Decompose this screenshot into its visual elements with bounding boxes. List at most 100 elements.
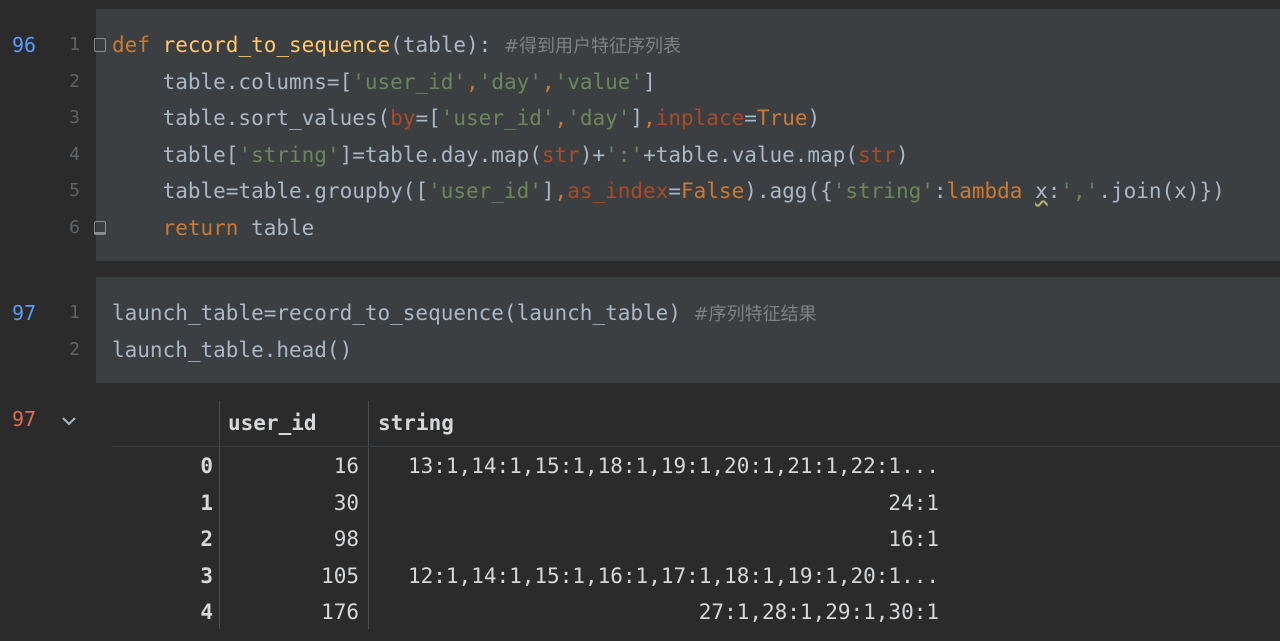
code-token: ,	[466, 69, 479, 94]
cell-string: 24:1	[888, 490, 939, 515]
code-text: def record_to_sequence(table): #得到用户特征序列…	[112, 27, 681, 65]
output-exec-count: 97	[12, 407, 37, 431]
code-token: launch_table=record_to_sequence(launch_t…	[112, 301, 694, 325]
code-token: def	[112, 33, 150, 57]
code-token: ,	[554, 106, 568, 130]
row-index: 4	[200, 600, 213, 624]
code-line[interactable]: 1 def record_to_sequence(table): #得到用户特征序…	[0, 27, 1280, 63]
code-token: 'day'	[567, 106, 631, 130]
code-token: 'user_id'	[440, 106, 555, 130]
code-token: as_index	[567, 179, 669, 203]
code-token: ).agg({	[744, 179, 833, 203]
row-index: 2	[200, 527, 213, 551]
cell-string: 16:1	[888, 527, 939, 551]
code-line[interactable]: 4 table['string']=table.day.map(str)+':'…	[0, 137, 1280, 173]
code-token: 'day'	[478, 69, 542, 94]
code-token: ,	[541, 69, 555, 94]
cell-user-id: 98	[333, 527, 359, 551]
code-token: ,	[554, 179, 568, 203]
code-text: launch_table.head()	[112, 332, 352, 368]
line-number: 1	[69, 302, 80, 323]
code-token: return	[162, 215, 239, 240]
cell-user-id: 16	[333, 454, 359, 478]
code-token: #序列特征结果	[693, 304, 817, 325]
fold-marker-icon[interactable]	[94, 220, 106, 235]
code-token: launch_table.head()	[112, 337, 353, 362]
code-token: ]	[630, 106, 644, 130]
line-number: 5	[69, 180, 80, 201]
cell-user-id: 30	[333, 490, 359, 515]
code-token: x	[1035, 179, 1048, 203]
cell-string: 27:1,28:1,29:1,30:1	[698, 600, 939, 624]
code-token: )+	[579, 142, 606, 167]
code-token: 'string'	[832, 179, 934, 203]
line-number: 6	[69, 216, 80, 238]
code-token: ]	[541, 179, 555, 203]
code-line[interactable]: 6 return table	[0, 210, 1280, 246]
code-token: .join(x)})	[1098, 179, 1225, 203]
code-token: table=table.groupby([	[112, 179, 429, 203]
code-token: =	[744, 106, 757, 130]
code-token: :	[933, 179, 947, 203]
code-token: True	[756, 106, 808, 130]
column-header-user-id[interactable]: user_id	[228, 405, 317, 441]
chevron-down-icon[interactable]	[58, 410, 80, 432]
line-number: 3	[69, 107, 80, 128]
code-token: =[	[415, 106, 441, 130]
row-index: 1	[200, 490, 213, 515]
code-line[interactable]: 1 launch_table=record_to_sequence(launch_…	[0, 295, 1280, 331]
code-text: launch_table=record_to_sequence(launch_t…	[112, 295, 817, 333]
code-token: 'user_id'	[428, 179, 542, 203]
code-token: by	[390, 106, 416, 130]
cell-string: 12:1,14:1,15:1,16:1,17:1,18:1,19:1,20:1.…	[407, 563, 939, 588]
line-number: 1	[69, 34, 80, 55]
fold-marker-icon[interactable]	[94, 38, 106, 52]
cell-string: 13:1,14:1,15:1,18:1,19:1,20:1,21:1,22:1.…	[407, 454, 939, 478]
code-token: str	[858, 142, 896, 167]
code-token: table.columns=[	[112, 69, 353, 94]
code-token: 'value'	[554, 69, 644, 94]
code-token: inplace	[655, 106, 745, 130]
code-text: return table	[112, 210, 315, 246]
code-token: lambda	[946, 179, 1023, 203]
code-token: )	[807, 106, 821, 130]
code-token: ':'	[605, 142, 644, 167]
code-token: :	[1047, 179, 1061, 203]
code-token: table.sort_values(	[112, 106, 391, 130]
code-text: table['string']=table.day.map(str)+':'+t…	[112, 137, 909, 173]
code-token: False	[681, 179, 745, 203]
column-header-string[interactable]: string	[378, 405, 454, 441]
header-divider	[112, 446, 1280, 447]
cell-user-id: 176	[321, 600, 359, 624]
code-token: +table.value.map(	[643, 142, 858, 167]
code-text: table.sort_values(by=['user_id','day'],i…	[112, 100, 821, 136]
code-token: #得到用户特征序列表	[503, 36, 682, 57]
code-token: (table):	[390, 33, 504, 57]
cell-user-id: 105	[321, 563, 359, 588]
row-index: 3	[200, 563, 213, 588]
code-token: table	[238, 215, 315, 240]
line-number: 2	[69, 70, 80, 92]
output-dataframe-table: user_id string 0 16 13:1,14:1,15:1,18:1,19…	[112, 401, 1280, 641]
code-token: ]=table.day.map(	[339, 142, 542, 167]
code-token: ','	[1060, 179, 1099, 203]
code-line[interactable]: 3 table.sort_values(by=['user_id','day']…	[0, 100, 1280, 136]
code-text: table.columns=['user_id','day','value']	[112, 64, 656, 100]
code-line[interactable]: 2 launch_table.head()	[0, 332, 1280, 368]
code-token: str	[541, 142, 580, 167]
code-line[interactable]: 2 table.columns=['user_id','day','value'…	[0, 64, 1280, 100]
code-token: ]	[643, 69, 656, 94]
line-number: 2	[69, 338, 80, 360]
code-token: ,	[643, 106, 656, 130]
code-token: record_to_sequence	[162, 33, 391, 57]
code-line[interactable]: 5 table=table.groupby(['user_id'],as_ind…	[0, 173, 1280, 209]
code-token: table[	[112, 142, 239, 167]
code-token: 'string'	[238, 142, 340, 167]
row-index: 0	[200, 454, 213, 478]
code-token: 'user_id'	[352, 69, 467, 94]
code-token: =	[668, 179, 681, 203]
line-number: 4	[69, 143, 80, 165]
